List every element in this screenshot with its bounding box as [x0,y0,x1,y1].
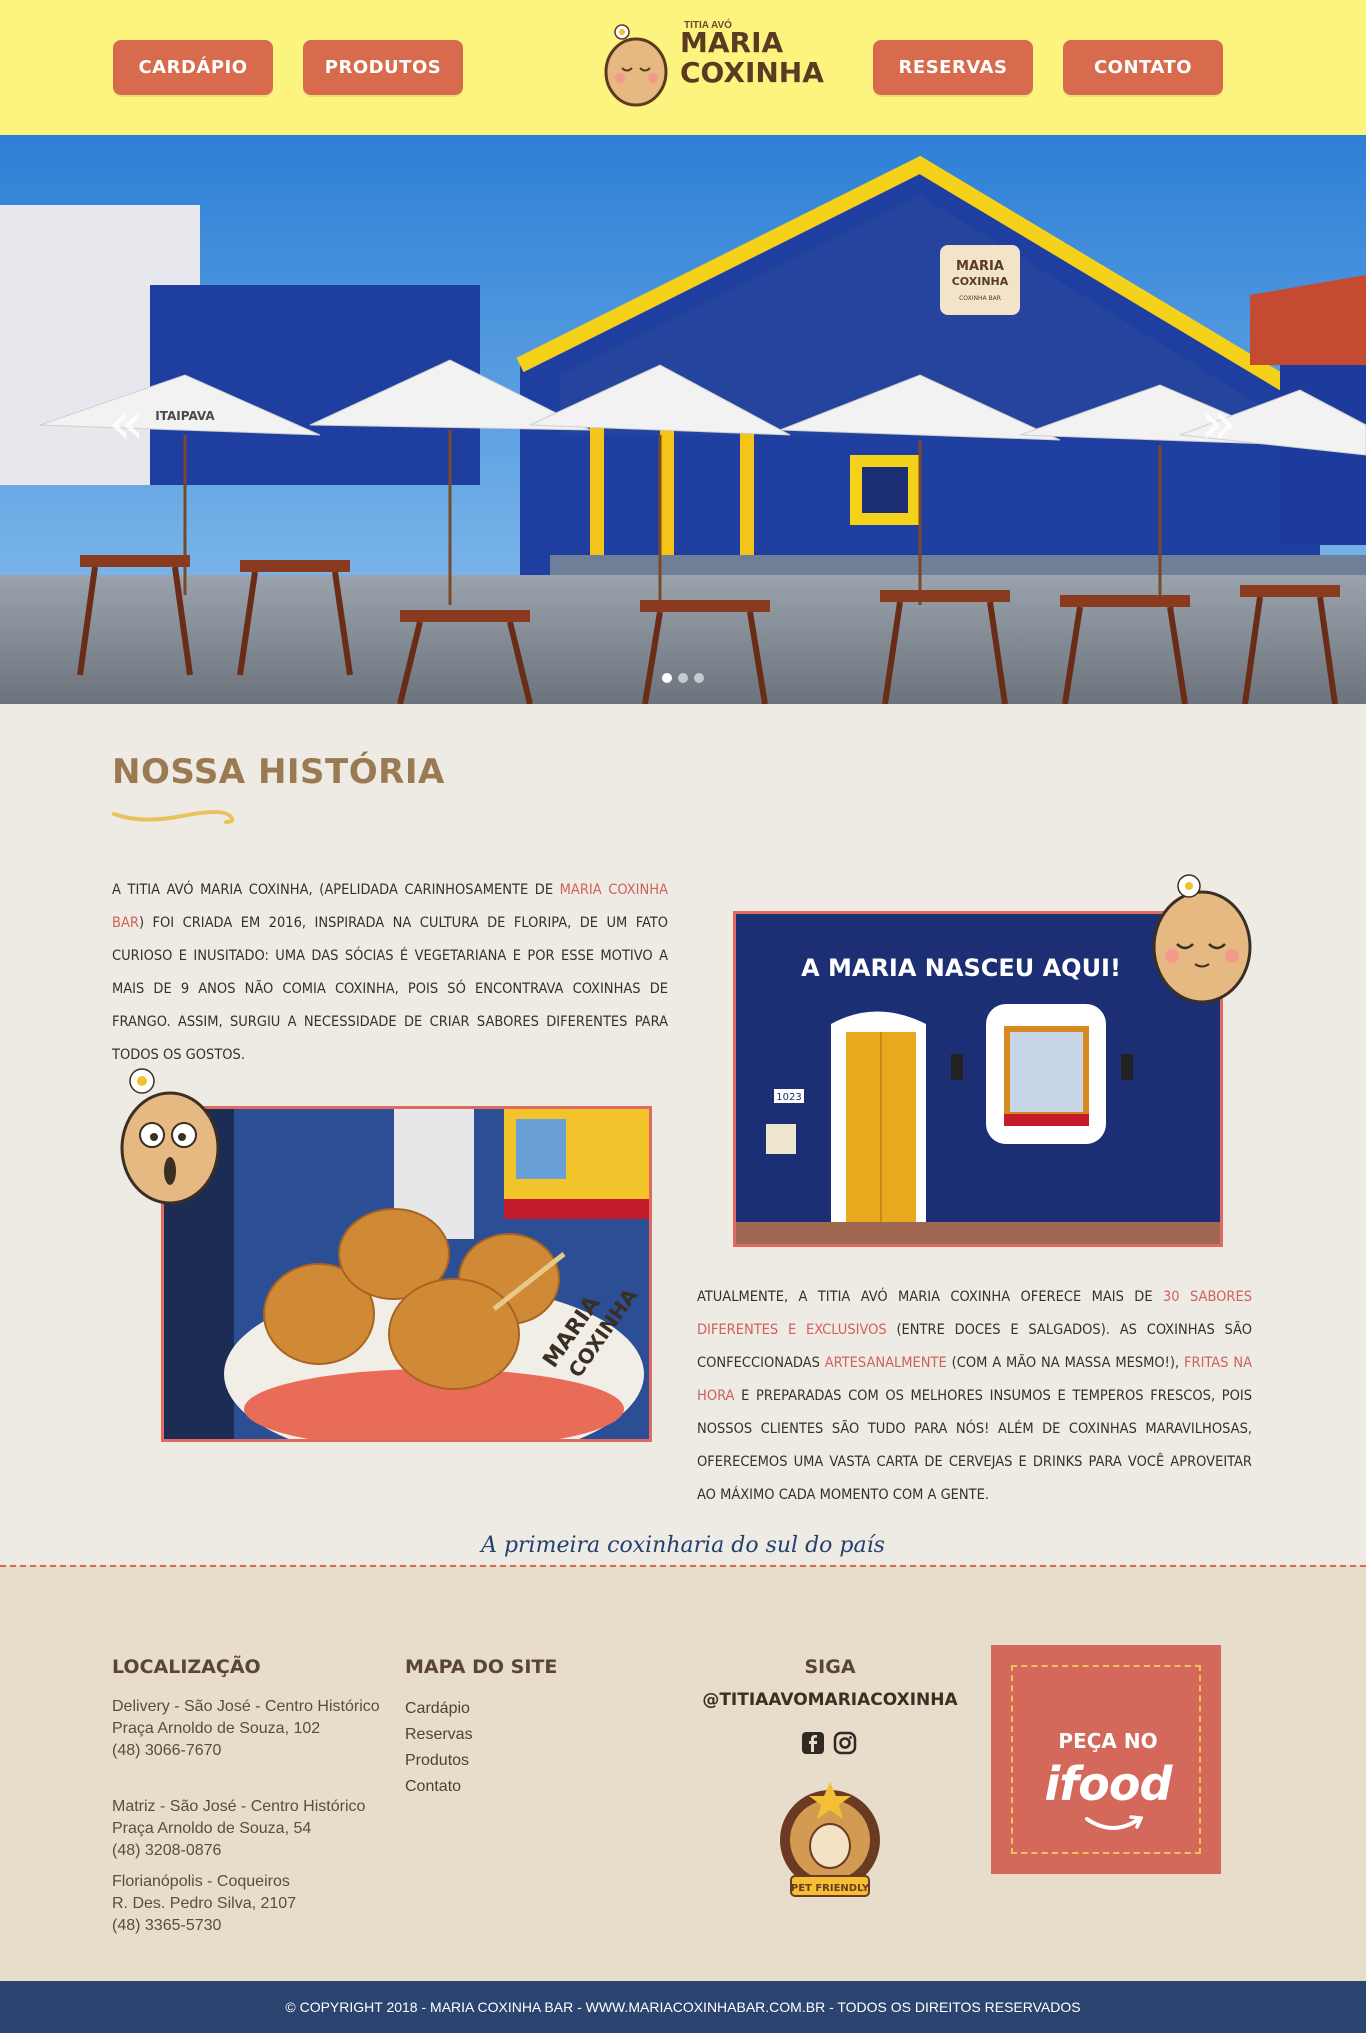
history-paragraph-1: A Titia Avó Maria Coxinha, (apelidada ca… [112,874,668,1072]
title-swash-icon [112,810,235,824]
para2-text-d: e preparadas com os melhores insumos e t… [697,1388,1252,1503]
surprised-mascot-icon [120,1068,220,1205]
slider-dots [662,673,704,683]
para2-text-c: (com a mão na massa mesmo!), [946,1355,1184,1371]
location-1-address: Praça Arnoldo de Souza, 102 [112,1720,321,1737]
logo-line2: COXINHA [680,56,824,89]
hero-slider: MARIA COXINHA COXINHA BAR ITAIPAVA « » [0,135,1366,704]
location-3-name: Florianópolis - Coqueiros [112,1873,290,1890]
storefront-caption: A MARIA NASCEU AQUI! [801,954,1121,982]
location-1-phone: (48) 3066-7670 [112,1742,222,1759]
footer-location-title: Localização [112,1656,261,1678]
sitemap-link-contato[interactable]: Contato [405,1774,473,1800]
location-1-name: Delivery - São José - Centro Histórico [112,1698,380,1715]
tagline: A primeira coxinharia do sul do país [481,1533,885,1558]
nav-cardapio-button[interactable]: Cardápio [113,40,273,95]
hero-umbrella-brand: ITAIPAVA [155,409,215,423]
sleepy-mascot-icon [1152,874,1252,1004]
para2-text-a: Atualmente, a Titia Avó Maria Coxinha of… [697,1289,1163,1305]
coxinha-basket-photo: MARIA COXINHA [161,1106,652,1442]
location-2-name: Matriz - São José - Centro Histórico [112,1798,366,1815]
pet-friendly-label: PET FRIENDLY [791,1883,870,1894]
slider-dot-1[interactable] [662,673,672,683]
hero-sign-line2: COXINHA [952,275,1009,288]
footer-location-3: Florianópolis - Coqueiros R. Des. Pedro … [112,1871,382,1937]
site-header: Cardápio Produtos TITIA AVÓ MARIA COXINH… [0,0,1366,135]
sitemap-link-reservas[interactable]: Reservas [405,1722,473,1748]
para2-highlight-b: artesanalmente [824,1355,947,1371]
para1-text-a: A Titia Avó Maria Coxinha, (apelidada ca… [112,882,560,898]
hero-sign-line3: COXINHA BAR [959,295,1001,302]
slider-next-arrow-icon[interactable]: » [1200,393,1237,453]
para1-text-b: ) foi criada em 2016, inspirada na cultu… [112,915,668,1063]
instagram-icon[interactable] [832,1730,858,1756]
copyright-bar: © Copyright 2018 - Maria Coxinha Bar - w… [0,1981,1366,2033]
nav-produtos-button[interactable]: Produtos [303,40,463,95]
history-paragraph-2: Atualmente, a Titia Avó Maria Coxinha of… [697,1281,1252,1512]
ifood-smile-icon [1085,1815,1143,1830]
location-2-phone: (48) 3208-0876 [112,1842,222,1859]
nav-contato-button[interactable]: Contato [1063,40,1223,95]
hero-photo: MARIA COXINHA COXINHA BAR ITAIPAVA [0,135,1366,704]
hero-sign-line1: MARIA [956,259,1004,274]
logo-line1: MARIA [680,26,784,59]
footer-location-1: Delivery - São José - Centro Histórico P… [112,1696,382,1762]
footer-sitemap: Cardápio Reservas Produtos Contato [405,1696,473,1800]
sitemap-link-cardapio[interactable]: Cardápio [405,1696,473,1722]
footer-sitemap-title: Mapa do Site [405,1656,558,1678]
sitemap-link-produtos[interactable]: Produtos [405,1748,473,1774]
location-3-address: R. Des. Pedro Silva, 2107 [112,1895,297,1912]
ifood-order-label: Peça no [1058,1729,1158,1753]
footer-location-2: Matriz - São José - Centro Histórico Pra… [112,1796,382,1862]
ifood-brand-label: ifood [1044,1757,1173,1811]
storefront-house-number: 1023 [776,1092,801,1103]
basket-image: MARIA COXINHA [164,1109,649,1439]
social-handle[interactable]: @titiaavomariacoxinha [700,1690,960,1710]
pet-friendly-badge-icon: PET FRIENDLY [780,1782,880,1897]
social-icons [800,1730,858,1756]
section-title: Nossa História [112,752,445,792]
location-3-phone: (48) 3365-5730 [112,1917,222,1934]
ifood-dashed-frame: Peça no ifood [1011,1665,1201,1854]
slider-dot-2[interactable] [678,673,688,683]
location-2-address: Praça Arnoldo de Souza, 54 [112,1820,312,1837]
ifood-order-banner[interactable]: Peça no ifood [991,1645,1221,1874]
facebook-icon[interactable] [800,1730,826,1756]
logo-title: MARIA COXINHA [680,28,824,88]
nav-reservas-button[interactable]: Reservas [873,40,1033,95]
slider-dot-3[interactable] [694,673,704,683]
footer-follow-title: Siga [804,1656,856,1678]
slider-prev-arrow-icon[interactable]: « [108,393,145,453]
